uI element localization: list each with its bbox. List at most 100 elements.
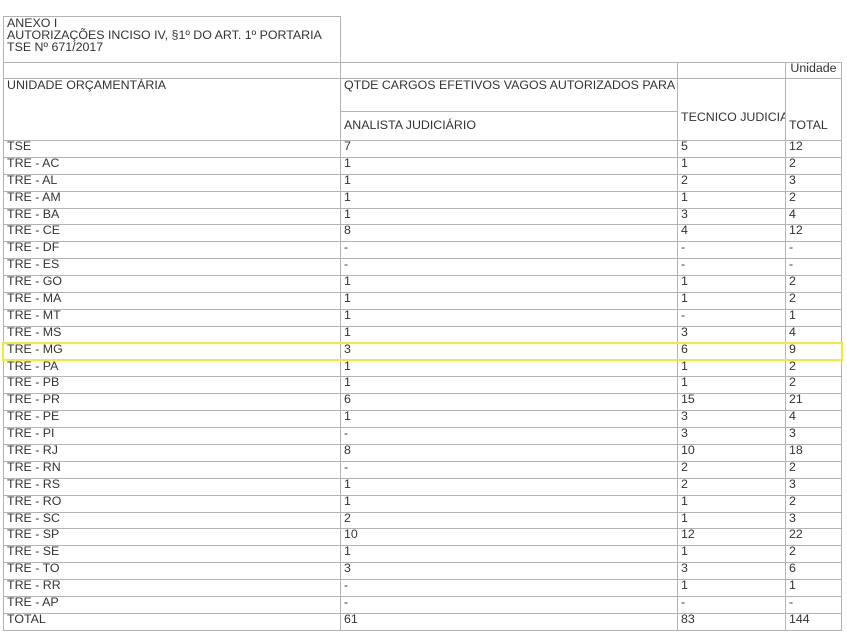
tecnico-cell: 83 xyxy=(677,612,786,631)
unit-cell: TRE - SP xyxy=(3,528,341,547)
tecnico-cell: 3 xyxy=(677,207,786,226)
tecnico-cell: 15 xyxy=(677,393,786,412)
header-group: QTDE CARGOS EFETIVOS VAGOS AUTORIZADOS P… xyxy=(340,78,678,112)
analista-cell: - xyxy=(340,596,678,614)
blank-cell xyxy=(786,17,842,63)
table-row: TRE - PB 1 1 2 xyxy=(3,376,842,395)
empty-cell xyxy=(785,78,842,112)
annex-ordinance: TSE Nº 671/2017 xyxy=(7,39,104,54)
tecnico-cell: 3 xyxy=(677,427,786,446)
vacancies-table: ANEXO I AUTORIZAÇÕES INCISO IV, §1º DO A… xyxy=(3,16,842,631)
analista-cell: 1 xyxy=(340,494,678,513)
analista-cell: 1 xyxy=(340,325,678,344)
table-row: TRE - AP - - - xyxy=(3,596,842,614)
blank-cell xyxy=(341,17,678,63)
unit-cell: TRE - ES xyxy=(3,258,341,277)
analista-cell: 8 xyxy=(340,224,678,243)
tecnico-cell: - xyxy=(677,596,786,614)
unit-cell: TRE - MG xyxy=(3,343,341,361)
total-cell: 1 xyxy=(785,308,842,327)
totals-row: TOTAL 61 83 144 xyxy=(3,612,842,631)
total-cell: 2 xyxy=(785,545,842,564)
table-row: TRE - SP 10 12 22 xyxy=(3,528,842,547)
total-cell: 3 xyxy=(785,477,842,496)
analista-cell: 1 xyxy=(340,410,678,429)
analista-cell: 10 xyxy=(340,528,678,547)
unit-label: Unidade xyxy=(785,62,842,79)
tecnico-cell: 1 xyxy=(677,511,786,530)
unit-cell: TRE - SE xyxy=(3,545,341,564)
tecnico-cell: 10 xyxy=(677,444,786,462)
total-cell: 4 xyxy=(785,410,842,429)
unit-cell: TRE - AM xyxy=(3,190,341,209)
analista-cell: 3 xyxy=(340,343,678,361)
table-row: TRE - SE 1 1 2 xyxy=(3,545,842,564)
tecnico-cell: 1 xyxy=(677,275,786,294)
unit-cell: TRE - SC xyxy=(3,511,341,530)
total-cell: 9 xyxy=(785,343,842,361)
analista-cell: 1 xyxy=(340,275,678,294)
unit-cell: TRE - PR xyxy=(3,393,341,412)
tecnico-cell: - xyxy=(677,241,786,260)
header-row-group: UNIDADE ORÇAMENTÁRIA QTDE CARGOS EFETIVO… xyxy=(3,78,842,141)
tecnico-cell: 1 xyxy=(677,545,786,564)
table-row: TRE - MA 1 1 2 xyxy=(3,292,842,310)
annex-title-row: ANEXO I AUTORIZAÇÕES INCISO IV, §1º DO A… xyxy=(3,16,842,63)
total-cell: 4 xyxy=(785,207,842,226)
analista-cell: 6 xyxy=(340,393,678,412)
analista-cell: - xyxy=(340,460,678,479)
tecnico-cell: 5 xyxy=(677,140,786,158)
tecnico-cell: 2 xyxy=(677,477,786,496)
header-total: TOTAL xyxy=(785,111,842,141)
unit-cell: TRE - MS xyxy=(3,325,341,344)
unit-cell: TRE - PE xyxy=(3,410,341,429)
tecnico-cell: - xyxy=(677,258,786,277)
unit-cell: TRE - AL xyxy=(3,173,341,192)
unit-cell: TRE - TO xyxy=(3,562,341,581)
total-cell: 2 xyxy=(785,460,842,479)
total-cell: 1 xyxy=(785,579,842,598)
analista-cell: 8 xyxy=(340,444,678,462)
total-cell: 4 xyxy=(785,325,842,344)
analista-cell: 1 xyxy=(340,156,678,175)
table-row: TRE - MS 1 3 4 xyxy=(3,325,842,344)
total-cell: 2 xyxy=(785,494,842,513)
analista-cell: 1 xyxy=(340,477,678,496)
unit-cell: TRE - RO xyxy=(3,494,341,513)
unit-cell: TRE - PA xyxy=(3,359,341,378)
total-cell: 22 xyxy=(785,528,842,547)
table-row: TRE - AC 1 1 2 xyxy=(3,156,842,175)
analista-cell: 61 xyxy=(340,612,678,631)
tecnico-cell: 1 xyxy=(677,292,786,310)
table-row: TRE - ES - - - xyxy=(3,258,842,277)
tecnico-cell: 6 xyxy=(677,343,786,361)
total-cell: 3 xyxy=(785,427,842,446)
empty-cell xyxy=(3,62,341,79)
table-row: TRE - RJ 8 10 18 xyxy=(3,444,842,462)
empty-cell xyxy=(677,78,786,112)
table-row: TRE - RR -1 1 xyxy=(3,579,842,598)
table-row: TRE - RN -2 2 xyxy=(3,460,842,479)
analista-cell: - xyxy=(340,241,678,260)
table-row: TRE - SC 2 1 3 xyxy=(3,511,842,530)
unit-label-row: Unidade xyxy=(3,62,842,79)
table-row: TRE - BA 1 3 4 xyxy=(3,207,842,226)
total-cell: - xyxy=(785,241,842,260)
table-row: TRE - AL 1 2 3 xyxy=(3,173,842,192)
tecnico-cell: 2 xyxy=(677,173,786,192)
annex-document: ANEXO I AUTORIZAÇÕES INCISO IV, §1º DO A… xyxy=(2,16,843,631)
tecnico-cell: 1 xyxy=(677,359,786,378)
table-row: TRE - GO 1 1 2 xyxy=(3,275,842,294)
tecnico-cell: 1 xyxy=(677,376,786,395)
tecnico-cell: 2 xyxy=(677,460,786,479)
tecnico-cell: 3 xyxy=(677,410,786,429)
total-cell: 3 xyxy=(785,173,842,192)
table-row: TRE - CE 8 4 12 xyxy=(3,224,842,243)
tecnico-cell: 4 xyxy=(677,224,786,243)
total-cell: 3 xyxy=(785,511,842,530)
empty-cell xyxy=(340,62,678,79)
total-cell: - xyxy=(785,596,842,614)
analista-cell: 1 xyxy=(340,376,678,395)
table-row: TRE - PR 6 15 21 xyxy=(3,393,842,412)
tecnico-cell: 12 xyxy=(677,528,786,547)
